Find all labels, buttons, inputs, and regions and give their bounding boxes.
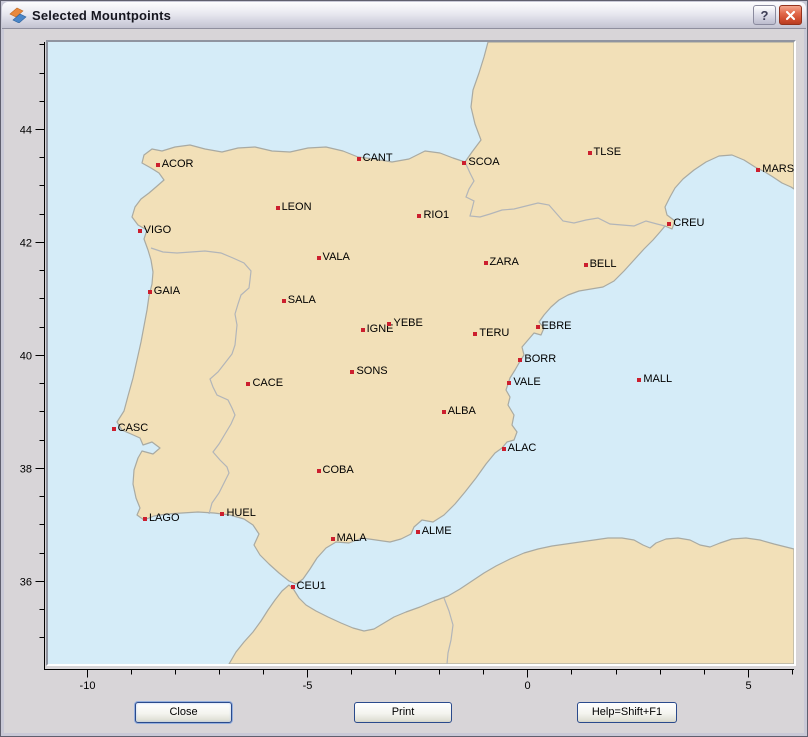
app-diamond-icon — [9, 7, 27, 23]
dialog-window: Selected Mountpoints ? — [0, 0, 808, 737]
x-tick-label: -5 — [303, 680, 313, 692]
close-button[interactable]: Close — [135, 702, 232, 723]
y-tick-label: 44 — [20, 125, 32, 137]
print-button[interactable]: Print — [354, 702, 452, 723]
x-tick-label: 5 — [745, 680, 751, 692]
help-button[interactable]: Help=Shift+F1 — [577, 702, 677, 723]
y-tick-label: 42 — [20, 238, 32, 250]
x-tick-label: 0 — [524, 680, 530, 692]
y-tick-label: 38 — [20, 464, 32, 476]
y-tick-label: 36 — [20, 577, 32, 589]
map-canvas — [48, 42, 794, 664]
window-title: Selected Mountpoints — [32, 8, 171, 23]
titlebar-help-button[interactable]: ? — [753, 5, 776, 25]
close-icon — [785, 10, 796, 21]
x-tick-label: -10 — [80, 680, 96, 692]
titlebar-close-button[interactable] — [779, 5, 802, 25]
question-icon: ? — [761, 8, 769, 23]
y-tick-label: 40 — [20, 351, 32, 363]
title-bar[interactable]: Selected Mountpoints ? — [2, 2, 806, 29]
